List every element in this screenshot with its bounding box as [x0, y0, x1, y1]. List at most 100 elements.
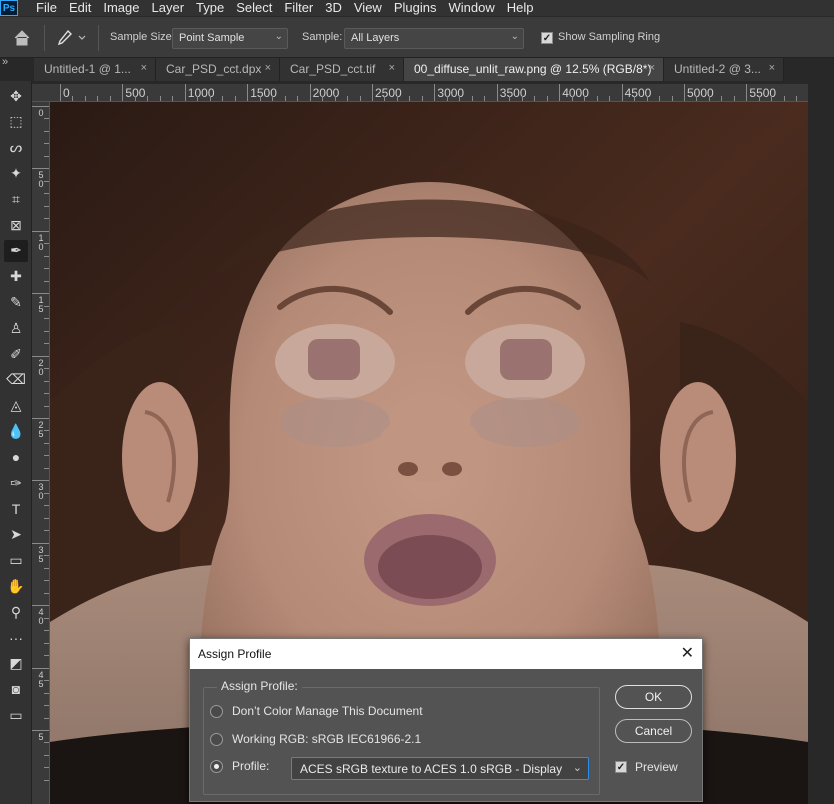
more-tools-icon[interactable]: ··· — [4, 627, 28, 649]
menu-plugins[interactable]: Plugins — [388, 0, 443, 16]
ruler-minor-tick — [396, 96, 398, 101]
stamp-icon[interactable]: ♙ — [4, 317, 28, 339]
horizontal-ruler: 0 500 1000 1500 2000 2500 3000 3500 4000 4500 5000… — [32, 84, 812, 102]
rectangle-icon[interactable]: ▭ — [4, 549, 28, 571]
ruler-major-tick — [309, 84, 311, 101]
radio-working-rgb[interactable] — [210, 732, 223, 746]
ruler-minor-tick — [147, 96, 149, 101]
colors-icon[interactable]: ◩ — [4, 653, 28, 675]
menu-edit[interactable]: Edit — [63, 0, 97, 16]
blur-icon[interactable]: 💧 — [4, 420, 28, 442]
preview-checkbox[interactable]: ✓ — [615, 761, 627, 773]
zoom-icon[interactable]: ⚲ — [4, 601, 28, 623]
menu-type[interactable]: Type — [190, 0, 230, 16]
hand-icon[interactable]: ✋ — [4, 575, 28, 597]
ok-button[interactable]: OK — [615, 685, 692, 709]
tab-close-icon[interactable]: × — [649, 62, 655, 74]
option-working-rgb[interactable]: Working RGB: sRGB IEC61966-2.1 — [210, 730, 421, 748]
profile-select[interactable]: ACES sRGB texture to ACES 1.0 sRGB - Dis… — [291, 757, 589, 780]
ruler-major-tick — [32, 730, 49, 731]
tab-3[interactable]: Car_PSD_cct.tif × — [280, 58, 404, 81]
tab-close-icon[interactable]: × — [769, 62, 775, 74]
menu-view[interactable]: View — [348, 0, 388, 16]
history-brush-icon[interactable]: ✐ — [4, 343, 28, 365]
tab-close-icon[interactable]: × — [265, 62, 271, 74]
show-sampling-ring-label: Show Sampling Ring — [558, 31, 661, 43]
ruler-minor-tick — [44, 330, 49, 332]
sample-size-value: Point Sample — [179, 32, 245, 44]
ruler-minor-tick — [134, 96, 136, 101]
tab-close-icon[interactable]: × — [389, 62, 395, 74]
ruler-minor-tick — [421, 96, 423, 101]
tab-5[interactable]: Untitled-2 @ 3... × — [664, 58, 784, 81]
vertical-ruler: 05 01 01 52 02 53 03 54 04 55 — [32, 102, 50, 804]
lasso-icon[interactable]: ᔕ — [4, 137, 28, 159]
close-icon[interactable]: ✕ — [681, 643, 694, 663]
eyedropper-tool-preset-icon[interactable] — [54, 28, 90, 48]
radio-profile[interactable] — [210, 759, 223, 773]
path-selection-icon[interactable]: ➤ — [4, 524, 28, 546]
type-icon[interactable]: T — [4, 498, 28, 520]
ruler-minor-tick — [534, 96, 536, 101]
menu-select[interactable]: Select — [230, 0, 278, 16]
document-tabs: » Untitled-1 @ 1... × Car_PSD_cct.dpx × Car_… — [0, 56, 834, 81]
preview-option[interactable]: ✓ Preview — [615, 760, 678, 774]
sample-value: All Layers — [351, 32, 400, 44]
cancel-button[interactable]: Cancel — [615, 719, 692, 743]
ruler-minor-tick — [44, 255, 49, 257]
tab-2[interactable]: Car_PSD_cct.dpx × — [156, 58, 280, 81]
radio-dont-manage[interactable] — [210, 704, 223, 718]
home-icon[interactable] — [10, 27, 34, 49]
ruler-major-tick — [32, 418, 49, 419]
option-profile[interactable]: Profile: — [210, 757, 269, 775]
menu-filter[interactable]: Filter — [278, 0, 319, 16]
canvas-scrollbar[interactable] — [808, 84, 834, 804]
menu-layer[interactable]: Layer — [146, 0, 191, 16]
eyedropper-icon[interactable]: ✒ — [4, 239, 28, 262]
tab-1[interactable]: Untitled-1 @ 1... × — [34, 58, 156, 81]
preview-label: Preview — [635, 760, 678, 774]
brush-icon[interactable]: ✎ — [4, 291, 28, 313]
menu-help[interactable]: Help — [501, 0, 540, 16]
marquee-icon[interactable]: ⬚ — [4, 111, 28, 133]
healing-brush-icon[interactable]: ✚ — [4, 266, 28, 288]
ruler-minor-tick — [459, 96, 461, 101]
quick-mask-icon[interactable]: ◙ — [4, 678, 28, 700]
dodge-icon[interactable]: ● — [4, 446, 28, 468]
ruler-label: 0 — [38, 108, 44, 118]
move-icon[interactable]: ✥ — [4, 85, 28, 107]
option-dont-manage[interactable]: Don’t Color Manage This Document — [210, 702, 423, 720]
panel-collapse-icon[interactable]: » — [2, 56, 8, 68]
chevron-down-icon: ⌄ — [510, 31, 519, 42]
tab-4[interactable]: 00_diffuse_unlit_raw.png @ 12.5% (RGB/8*… — [404, 58, 664, 81]
screen-mode-icon[interactable]: ▭ — [4, 704, 28, 726]
show-sampling-ring-checkbox[interactable]: ✓ — [541, 32, 553, 44]
eraser-icon[interactable]: ⌫ — [4, 369, 28, 391]
ruler-minor-tick — [44, 505, 49, 507]
ruler-minor-tick — [44, 193, 49, 195]
ruler-minor-tick — [44, 754, 49, 756]
ruler-minor-tick — [197, 96, 199, 101]
ruler-minor-tick — [44, 555, 49, 557]
crop-icon[interactable]: ⌗ — [4, 188, 28, 210]
menu-image[interactable]: Image — [97, 0, 145, 16]
pen-icon[interactable]: ✑ — [4, 472, 28, 494]
chevron-down-icon: ⌄ — [572, 762, 582, 774]
ruler-minor-tick — [272, 96, 274, 101]
paint-bucket-icon[interactable]: ◬ — [4, 395, 28, 417]
menu-file[interactable]: File — [30, 0, 63, 16]
menu-3d[interactable]: 3D — [319, 0, 348, 16]
sample-select[interactable]: All Layers ⌄ — [344, 28, 524, 49]
menu-window[interactable]: Window — [442, 0, 500, 16]
ruler-minor-tick — [596, 96, 598, 101]
ruler-minor-tick — [334, 96, 336, 101]
ruler-minor-tick — [44, 180, 49, 182]
sample-label: Sample: — [302, 31, 343, 43]
magic-wand-icon[interactable]: ✦ — [4, 162, 28, 184]
tab-close-icon[interactable]: × — [141, 62, 147, 74]
ruler-minor-tick — [44, 530, 49, 532]
frame-icon[interactable]: ⊠ — [4, 214, 28, 236]
ruler-minor-tick — [708, 96, 710, 101]
sample-size-select[interactable]: Point Sample ⌄ — [172, 28, 288, 49]
ruler-minor-tick — [322, 96, 324, 101]
